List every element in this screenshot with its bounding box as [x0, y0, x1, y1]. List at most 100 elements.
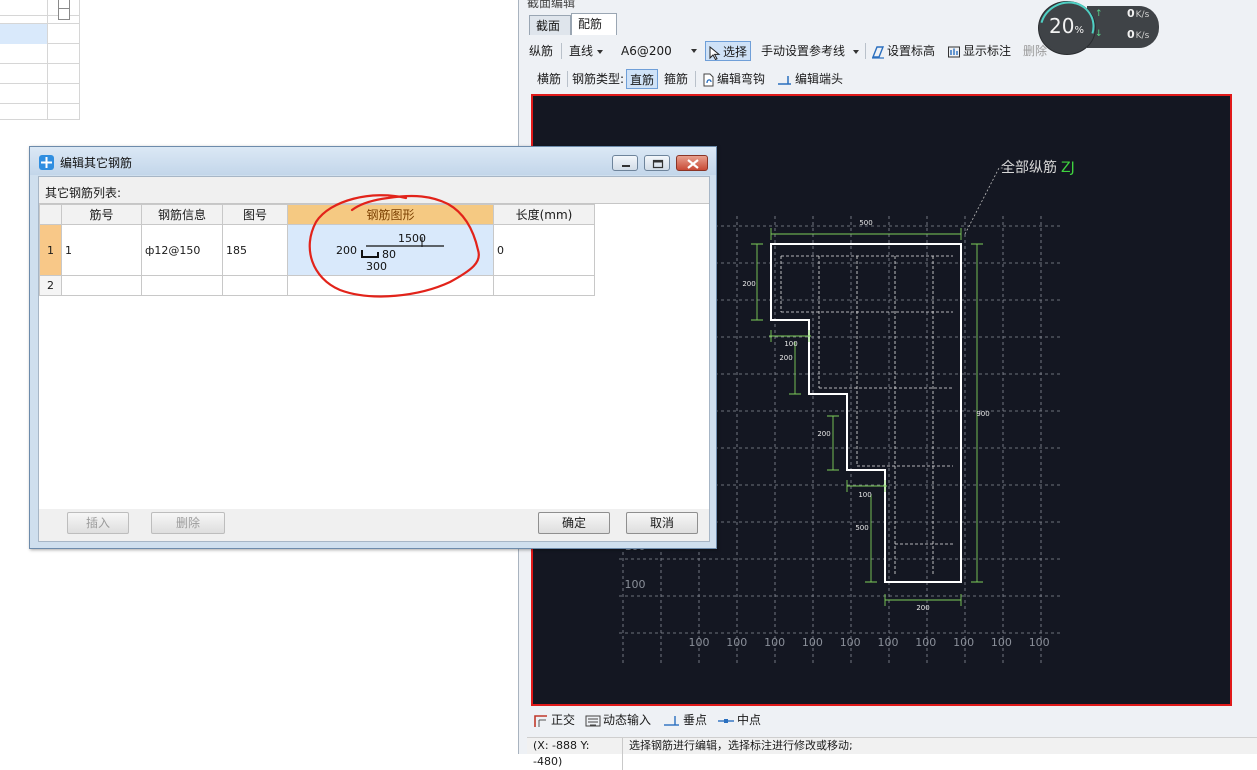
corner-header — [39, 204, 62, 225]
row-number[interactable]: 1 — [39, 224, 62, 276]
background-table — [0, 0, 80, 120]
annotation-leader — [964, 167, 1003, 235]
dim-step2-w[interactable]: 100 — [858, 491, 871, 499]
dynamic-input-toggle[interactable]: 动态输入 — [585, 711, 651, 729]
edit-hook-button[interactable]: 编辑弯钩 — [701, 69, 765, 89]
grid-label: 100 — [915, 636, 936, 649]
rebar-table: 筋号 钢筋信息 图号 钢筋图形 长度(mm) 1 1 ф12@150 185 1… — [39, 204, 595, 296]
col-rebar-info[interactable]: 钢筋信息 — [141, 204, 223, 225]
shape-bottom-length[interactable]: 300 — [366, 260, 387, 273]
show-label-button[interactable]: 显示标注 — [947, 41, 1011, 61]
close-button[interactable] — [676, 155, 708, 171]
cell-bar-no[interactable] — [61, 275, 142, 296]
grid-label: 100 — [840, 636, 861, 649]
grid-label: 100 — [802, 636, 823, 649]
upload-arrow-icon: ↑ — [1095, 9, 1103, 19]
rebar-list-label: 其它钢筋列表: — [45, 186, 122, 200]
perpendicular-snap-toggle[interactable]: 垂点 — [663, 711, 707, 729]
cell-length[interactable]: 0 — [493, 224, 595, 276]
rebar-grid[interactable]: 筋号 钢筋信息 图号 钢筋图形 长度(mm) 1 1 ф12@150 185 1… — [39, 203, 709, 509]
cursor-icon — [709, 45, 721, 60]
table-row[interactable] — [0, 44, 80, 64]
midpoint-snap-toggle[interactable]: 中点 — [717, 711, 761, 729]
cell-rebar-shape[interactable]: 1500 200 80 300 — [287, 224, 494, 276]
col-bar-no[interactable]: 筋号 — [61, 204, 142, 225]
transverse-label[interactable]: 横筋 — [537, 69, 561, 89]
dim-step1-w[interactable]: 100 — [784, 340, 797, 348]
edit-end-button[interactable]: 编辑端头 — [777, 69, 843, 89]
straight-rebar-button[interactable]: 直筋 — [626, 69, 659, 89]
ok-button[interactable]: 确定 — [538, 512, 610, 534]
grid-label: 100 — [878, 636, 899, 649]
download-arrow-icon: ↓ — [1095, 29, 1103, 39]
line-type-dropdown[interactable]: 直线 — [569, 41, 604, 61]
shape-top-length[interactable]: 1500 — [398, 232, 426, 245]
dim-bottom[interactable]: 200 — [916, 604, 929, 612]
grid-label: 100 — [689, 636, 710, 649]
edit-other-rebar-dialog: 编辑其它钢筋 其它钢筋列表: 筋号 钢筋信息 图号 钢筋图形 长度(mm) 1 … — [29, 146, 717, 549]
ortho-toggle[interactable]: 正交 — [533, 711, 575, 729]
cell-bar-no[interactable]: 1 — [61, 224, 142, 276]
cell-length[interactable] — [493, 275, 595, 296]
grid-label: 100 — [991, 636, 1012, 649]
tab-reinforcement[interactable]: 配筋 — [571, 13, 617, 35]
grid-label: 100 — [953, 636, 974, 649]
chevron-down-icon — [597, 49, 604, 54]
shape-left-length[interactable]: 200 — [336, 244, 357, 257]
dim-left-top[interactable]: 200 — [742, 280, 755, 288]
table-row[interactable] — [0, 64, 80, 84]
dim-step3-h[interactable]: 500 — [855, 524, 868, 532]
maximize-icon — [652, 159, 664, 169]
col-rebar-shape[interactable]: 钢筋图形 — [287, 204, 494, 225]
minimize-button[interactable] — [612, 155, 638, 171]
network-speed-widget[interactable]: 20% ↑ 0K/s ↓ 0K/s — [1029, 0, 1159, 65]
stirrup-button[interactable]: 箍筋 — [664, 69, 688, 89]
label-icon — [948, 46, 960, 57]
table-row[interactable] — [0, 100, 80, 120]
row-number[interactable]: 2 — [39, 275, 62, 296]
select-button[interactable]: 选择 — [705, 41, 752, 61]
row-checkbox[interactable] — [58, 8, 70, 20]
cell-figure-no[interactable]: 185 — [222, 224, 288, 276]
chevron-down-icon — [691, 49, 697, 53]
col-length[interactable]: 长度(mm) — [493, 204, 595, 225]
table-row[interactable]: 1 1 ф12@150 185 1500 200 80 300 0 — [39, 224, 595, 276]
delete-row-button[interactable]: 删除 — [151, 512, 225, 534]
dialog-titlebar[interactable]: 编辑其它钢筋 — [30, 147, 716, 175]
insert-button[interactable]: 插入 — [67, 512, 129, 534]
grid-label: 100 — [625, 578, 646, 591]
table-row — [0, 4, 80, 24]
table-row[interactable]: 2 — [39, 275, 595, 296]
maximize-button[interactable] — [644, 155, 670, 171]
snap-toolbar: 正交 动态输入 垂点 中点 — [527, 708, 1247, 732]
dim-top[interactable]: 500 — [859, 219, 872, 227]
dim-step2-h[interactable]: 200 — [817, 430, 830, 438]
minimize-icon — [622, 165, 630, 167]
keyboard-icon — [585, 715, 601, 726]
dimension-lines — [751, 228, 983, 606]
elevation-icon — [871, 45, 885, 59]
col-figure-no[interactable]: 图号 — [222, 204, 288, 225]
hook-icon — [703, 73, 714, 86]
download-speed: 0K/s — [1127, 28, 1150, 41]
rebar-spec-dropdown[interactable]: A6@200 — [621, 41, 699, 61]
cell-figure-no[interactable] — [222, 275, 288, 296]
cell-rebar-info[interactable]: ф12@150 — [141, 224, 223, 276]
dim-step1-h[interactable]: 200 — [779, 354, 792, 362]
table-row[interactable] — [0, 24, 80, 44]
annotation-label[interactable]: 全部纵筋 ZJ — [1001, 159, 1075, 176]
grid-label: 100 — [1029, 636, 1050, 649]
manual-reference-dropdown[interactable]: 手动设置参考线 — [761, 41, 860, 61]
set-elevation-button[interactable]: 设置标高 — [871, 41, 935, 61]
rebar-shape-drawing[interactable]: 1500 200 80 300 — [288, 225, 494, 276]
cell-rebar-shape[interactable] — [287, 275, 494, 296]
dialog-title: 编辑其它钢筋 — [60, 156, 133, 170]
perpendicular-icon — [664, 715, 679, 726]
dimension-labels: 500 200 100 200 200 100 500 900 200 — [742, 219, 989, 612]
dim-right[interactable]: 900 — [976, 410, 989, 418]
tab-section[interactable]: 截面 — [529, 15, 571, 35]
cancel-button[interactable]: 取消 — [626, 512, 698, 534]
toolbar-transverse: 横筋 钢筋类型: 直筋 箍筋 编辑弯钩 编辑端头 — [523, 66, 1249, 92]
cell-rebar-info[interactable] — [141, 275, 223, 296]
rebar-type-label: 钢筋类型: — [572, 72, 625, 86]
